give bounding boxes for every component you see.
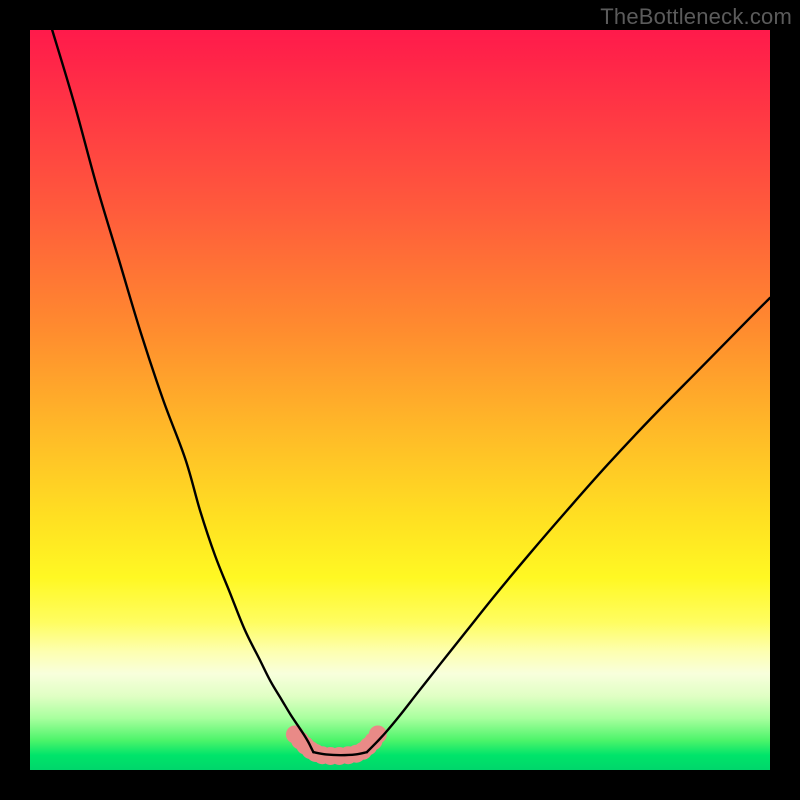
left-curve <box>52 30 313 752</box>
plot-area <box>30 30 770 770</box>
watermark-text: TheBottleneck.com <box>600 4 792 30</box>
curves-svg <box>30 30 770 770</box>
right-curve <box>367 298 770 752</box>
chart-frame: TheBottleneck.com <box>0 0 800 800</box>
